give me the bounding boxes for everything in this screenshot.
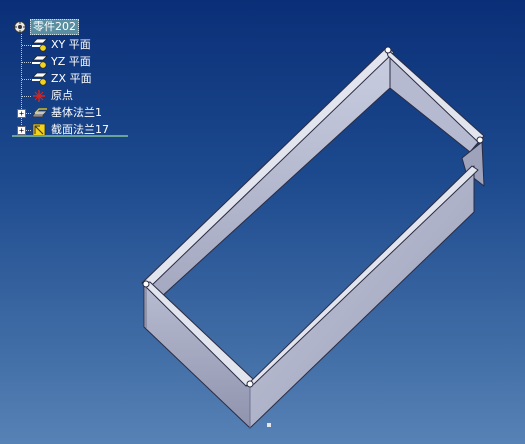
corner-relief-front	[246, 380, 254, 388]
rim-front-right	[245, 165, 479, 387]
sheet-metal-frame-model[interactable]	[141, 46, 485, 429]
corner-relief-left	[142, 280, 150, 288]
corner-relief-top	[384, 46, 392, 54]
3d-model-viewport[interactable]	[0, 0, 525, 444]
corner-relief-right	[476, 136, 484, 144]
mouse-cursor-marker	[267, 423, 271, 427]
outer-wall-front-left	[143, 282, 251, 429]
rim-back-left	[141, 47, 395, 288]
